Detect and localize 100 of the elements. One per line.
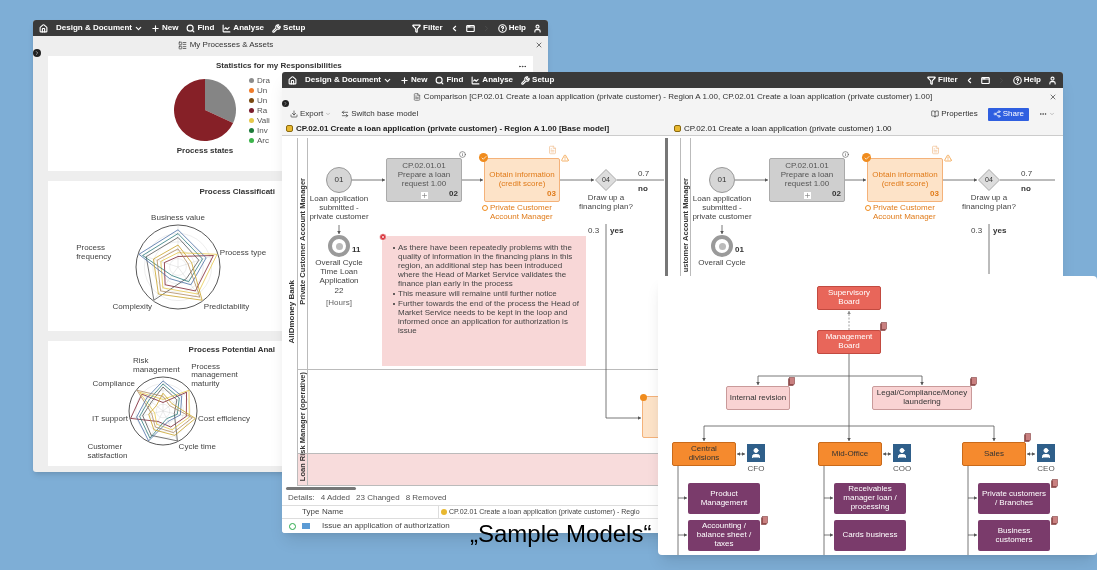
search-icon xyxy=(186,23,196,33)
home-icon xyxy=(39,23,48,33)
action-button[interactable]: Switch base model xyxy=(341,108,419,120)
home-button[interactable] xyxy=(39,23,48,33)
connector-arrow xyxy=(847,310,851,331)
close-icon[interactable] xyxy=(1049,93,1057,101)
plus-icon xyxy=(400,75,409,85)
axis-label: Customer satisfaction xyxy=(87,443,129,461)
org-unit-box[interactable]: Central divisions xyxy=(672,442,736,466)
help-icon xyxy=(497,23,507,33)
legend-label: Un xyxy=(257,86,268,95)
window-icon xyxy=(465,23,475,33)
toolbar-button[interactable]: Find xyxy=(186,22,215,34)
role-label: Private Customer Account Manager xyxy=(490,204,554,222)
home-button[interactable] xyxy=(288,75,297,85)
user-button[interactable] xyxy=(533,23,542,33)
org-unit-box[interactable]: Cards business xyxy=(834,520,906,551)
connector-arrow xyxy=(337,224,341,235)
window-button[interactable] xyxy=(980,75,990,85)
org-unit-box[interactable]: Accounting / balance sheet / taxes xyxy=(688,520,760,551)
pane-header: CP.02.01 Create a loan application (private customer) 1.00 xyxy=(684,122,892,135)
pie-chart-drawing xyxy=(173,78,237,142)
line-chart-icon xyxy=(222,23,232,33)
org-unit-box[interactable]: Product Management xyxy=(688,483,760,514)
action-button[interactable]: Properties xyxy=(931,108,978,120)
toolbar-button[interactable]: Analyse xyxy=(471,74,514,86)
flow-label: yes xyxy=(610,225,624,237)
warning-icon xyxy=(561,154,569,162)
document-icon xyxy=(931,145,940,155)
toolbar-button[interactable]: New xyxy=(151,22,179,34)
task-number: 03 xyxy=(930,188,939,200)
org-unit-box[interactable]: Mid-Office xyxy=(818,442,882,466)
user-button[interactable] xyxy=(1048,75,1057,85)
task-label: Obtain information (credit score) xyxy=(488,171,556,189)
connector-arrow xyxy=(461,178,484,182)
share-button[interactable]: Share xyxy=(987,107,1029,121)
axis-label: Predictability xyxy=(203,302,250,312)
org-unit-box[interactable]: Receivables manager loan / processing xyxy=(834,483,906,514)
axis-label: Cycle time xyxy=(178,443,216,453)
axis-label: IT support xyxy=(92,414,128,424)
window-button[interactable] xyxy=(465,23,475,33)
more-button[interactable] xyxy=(1039,110,1055,118)
note-text: As there have been repeatedly problems with the quality of information in the financing plans in this region, an additional step has been introduced where the Head of Market Service validates the finance plan early in the process xyxy=(398,244,574,289)
timer-label: Overall Cycle xyxy=(698,259,746,268)
axis-label: Cost efficiency xyxy=(198,414,250,424)
person-icon xyxy=(747,444,765,462)
connector-arrow xyxy=(734,178,769,182)
change-count: 4 Added xyxy=(320,492,351,504)
share-icon xyxy=(992,110,1001,118)
toolbar-button[interactable]: Filter xyxy=(412,22,443,34)
toolbar-button[interactable]: Design & Document xyxy=(56,22,143,34)
toolbar-button[interactable]: Find xyxy=(435,74,464,86)
card-title: Process Classificati xyxy=(199,186,275,198)
flow-label: no xyxy=(1021,183,1031,195)
details-label: Details: xyxy=(288,492,315,504)
toolbar-button[interactable]: Analyse xyxy=(222,22,265,34)
chevron-right-icon xyxy=(283,101,288,106)
toolbar-button[interactable]: Setup xyxy=(521,74,555,86)
org-unit-box[interactable]: Internal revision xyxy=(726,386,790,410)
legend-label: Ra xyxy=(257,106,268,115)
connector-arrow xyxy=(702,425,706,442)
flow-label: no xyxy=(638,183,648,195)
toolbar-button[interactable]: Setup xyxy=(272,22,306,34)
toolbar-button[interactable]: Help xyxy=(1012,74,1041,86)
book-icon xyxy=(931,110,940,118)
org-unit-box[interactable]: Sales xyxy=(962,442,1026,466)
action-button[interactable]: Export xyxy=(290,108,332,120)
org-unit-box[interactable]: Business customers xyxy=(978,520,1050,551)
axis-label: Process type xyxy=(219,249,267,258)
org-unit-box[interactable]: Private customers / Branches xyxy=(978,483,1050,514)
connector-arrow xyxy=(1026,452,1036,456)
legend-label: Vali xyxy=(257,116,270,125)
toolbar-button[interactable]: Design & Document xyxy=(305,74,392,86)
connector-arrow xyxy=(823,496,834,500)
task-box[interactable]: CP.02.01.01 Prepare a loan request 1.00 02 xyxy=(769,158,845,202)
sidebar-toggle-button[interactable] xyxy=(33,49,41,57)
task-box[interactable]: CP.02.01.01 Prepare a loan request 1.00 02 xyxy=(386,158,462,202)
task-number: 03 xyxy=(547,188,556,200)
org-unit-box[interactable]: Legal/Compliance/Money laundering xyxy=(872,386,972,410)
note-text: Further towards the end of the process the Head of Market Service needs to be kept in the loop and informed once an application for authorization is issue xyxy=(398,299,580,336)
connector-arrow xyxy=(756,375,760,386)
table-cell: Issue an application of authorization xyxy=(322,520,450,532)
toolbar-button[interactable]: Help xyxy=(497,22,526,34)
check-icon xyxy=(862,153,871,162)
filter-icon xyxy=(412,23,422,33)
document-icon xyxy=(548,145,557,155)
toolbar-button[interactable]: Filter xyxy=(927,74,958,86)
connector-arrow xyxy=(823,533,834,537)
event-label: Loan application submitted - private customer xyxy=(691,195,753,222)
close-icon[interactable] xyxy=(535,41,543,49)
sidebar-toggle-button[interactable] xyxy=(282,100,289,107)
model-icon xyxy=(286,125,293,132)
connector-arrow xyxy=(942,178,978,182)
role-label: Private Customer Account Manager xyxy=(873,204,937,222)
flow-share: 0.7 xyxy=(1021,168,1033,180)
connector-arrow xyxy=(967,496,978,500)
toolbar-button[interactable]: New xyxy=(400,74,428,86)
axis-label: Process frequency xyxy=(76,244,113,263)
scrollbar-thumb[interactable] xyxy=(286,487,356,490)
card-title: Process Potential Anal xyxy=(188,344,275,356)
